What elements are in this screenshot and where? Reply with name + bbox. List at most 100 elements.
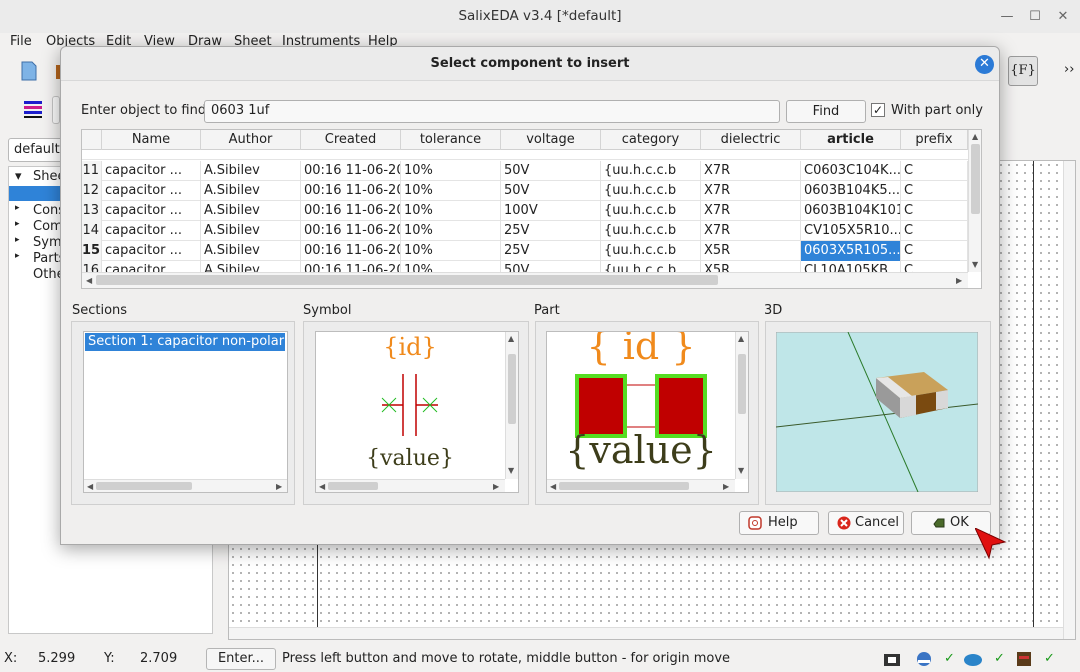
new-file-icon[interactable] (18, 60, 40, 82)
scroll-down-icon[interactable]: ▼ (738, 466, 744, 475)
part-vertical-scrollbar[interactable]: ▲ ▼ (735, 332, 748, 479)
view-icon[interactable] (914, 650, 934, 668)
table-row[interactable]: 14 capacitor ... A.Sibilev 00:16 11-06-20 10… (82, 221, 968, 241)
layers-icon[interactable] (22, 98, 44, 120)
table-cell-diel[interactable]: X7R (701, 161, 801, 181)
table-cell-author[interactable]: A.Sibilev (201, 161, 301, 181)
table-cell-author[interactable]: A.Sibilev (201, 221, 301, 241)
cancel-button[interactable]: Cancel (828, 511, 904, 535)
table-vertical-scrollbar[interactable]: ▲ ▼ (968, 130, 981, 272)
table-cell-created[interactable]: 00:16 11-06-20 (301, 201, 401, 221)
table-cell-article[interactable]: 0603B104K101 (801, 201, 901, 221)
table-cell-article[interactable]: C0603C104K... (801, 161, 901, 181)
table-cell-created[interactable]: 00:16 11-06-20 (301, 241, 401, 261)
column-header-category[interactable]: category (601, 130, 701, 150)
scroll-thumb[interactable] (96, 482, 192, 490)
scroll-thumb[interactable] (508, 354, 516, 424)
table-cell-name[interactable]: capacitor ... (102, 181, 201, 201)
column-header-voltage[interactable]: voltage (501, 130, 601, 150)
table-cell-name[interactable]: capacitor ... (102, 201, 201, 221)
table-cell-prefix[interactable]: C (901, 241, 968, 261)
table-cell-volt[interactable]: 100V (501, 201, 601, 221)
table-cell-n[interactable]: 14 (82, 221, 102, 241)
part-preview[interactable]: { id } {value} ▲ ▼ ◀ ▶ (546, 331, 749, 493)
table-cell-diel[interactable]: X7R (701, 181, 801, 201)
table-cell-tol[interactable]: 10% (401, 201, 501, 221)
scroll-thumb[interactable] (328, 482, 378, 490)
table-cell-cat[interactable]: {uu.h.c.c.b (601, 181, 701, 201)
table-cell-diel[interactable]: X5R (701, 241, 801, 261)
find-button[interactable]: Find (786, 100, 866, 123)
table-cell-tol[interactable]: 10% (401, 181, 501, 201)
sheet-combo[interactable]: default (8, 138, 68, 162)
scroll-down-icon[interactable]: ▼ (508, 466, 514, 475)
table-cell-created[interactable]: 00:16 11-06-20 (301, 161, 401, 181)
table-cell-cat[interactable]: {uu.h.c.c.b (601, 161, 701, 181)
with-part-only-checkbox[interactable]: ✓ (871, 103, 885, 117)
help-button[interactable]: Help (739, 511, 819, 535)
scroll-up-icon[interactable]: ▲ (508, 334, 514, 343)
table-cell-name[interactable]: capacitor ... (102, 221, 201, 241)
symbol-vertical-scrollbar[interactable]: ▲ ▼ (505, 332, 518, 479)
table-cell-article[interactable]: 0603X5R105... (801, 241, 901, 261)
toolbar-overflow-button[interactable]: ›› (1064, 62, 1074, 77)
tree-expand-icon[interactable]: ▸ (15, 251, 20, 261)
tree-expand-icon[interactable]: ▸ (15, 219, 20, 229)
tree-item-components[interactable]: Com (33, 219, 63, 234)
symbol-preview[interactable]: {id} {value} ▲ ▼ ◀ ▶ (315, 331, 519, 493)
tree-item-symbols[interactable]: Sym (33, 235, 62, 250)
table-cell-diel[interactable]: X7R (701, 201, 801, 221)
scroll-thumb[interactable] (96, 275, 718, 285)
scroll-left-icon[interactable]: ◀ (86, 276, 92, 285)
symbol-horizontal-scrollbar[interactable]: ◀ ▶ (316, 479, 505, 492)
minimize-button[interactable]: — (992, 0, 1022, 33)
scroll-left-icon[interactable]: ◀ (87, 482, 93, 491)
scroll-down-icon[interactable]: ▼ (972, 260, 978, 269)
table-cell-prefix[interactable]: C (901, 201, 968, 221)
column-header-created[interactable]: Created (301, 130, 401, 150)
table-cell-tol[interactable]: 10% (401, 221, 501, 241)
canvas-horizontal-scrollbar[interactable] (229, 627, 1063, 639)
table-cell-volt[interactable]: 25V (501, 241, 601, 261)
table-cell-n[interactable]: 11 (82, 161, 102, 181)
tree-expand-icon[interactable]: ▸ (15, 235, 20, 245)
scroll-thumb[interactable] (738, 354, 746, 414)
table-cell-volt[interactable]: 50V (501, 181, 601, 201)
table-cell-created[interactable]: 00:16 11-06-20 (301, 181, 401, 201)
column-header-dielectric[interactable]: dielectric (701, 130, 801, 150)
scroll-left-icon[interactable]: ◀ (319, 482, 325, 491)
table-cell-name[interactable]: capacitor ... (102, 241, 201, 261)
table-cell-volt[interactable]: 25V (501, 221, 601, 241)
dialog-close-icon[interactable]: ✕ (975, 55, 994, 74)
camera-icon[interactable] (882, 650, 902, 668)
table-cell-n[interactable]: 12 (82, 181, 102, 201)
scroll-right-icon[interactable]: ▶ (493, 482, 499, 491)
sections-horizontal-scrollbar[interactable]: ◀ ▶ (84, 479, 287, 492)
part-horizontal-scrollbar[interactable]: ◀ ▶ (547, 479, 735, 492)
table-cell-created[interactable]: 00:16 11-06-20 (301, 221, 401, 241)
scroll-right-icon[interactable]: ▶ (956, 276, 962, 285)
menu-file[interactable]: File (10, 34, 32, 49)
table-cell-author[interactable]: A.Sibilev (201, 201, 301, 221)
table-row[interactable]: 12 capacitor ... A.Sibilev 00:16 11-06-20 10… (82, 181, 968, 201)
maximize-button[interactable]: ☐ (1020, 0, 1050, 33)
scroll-right-icon[interactable]: ▶ (276, 482, 282, 491)
table-horizontal-scrollbar[interactable]: ◀ ▶ (82, 272, 968, 288)
column-header-author[interactable]: Author (201, 130, 301, 150)
find-input[interactable]: 0603 1uf (204, 100, 780, 123)
table-row[interactable]: 13 capacitor ... A.Sibilev 00:16 11-06-20 10… (82, 201, 968, 221)
enter-button[interactable]: Enter... (206, 648, 276, 670)
column-header-name[interactable]: Name (102, 130, 201, 150)
table-cell-author[interactable]: A.Sibilev (201, 241, 301, 261)
table-cell-cat[interactable]: {uu.h.c.c.b (601, 201, 701, 221)
canvas-vertical-scrollbar[interactable] (1063, 161, 1075, 639)
table-cell-volt[interactable]: 50V (501, 161, 601, 181)
table-cell-tol[interactable]: 10% (401, 241, 501, 261)
table-cell-prefix[interactable]: C (901, 161, 968, 181)
column-header-tolerance[interactable]: tolerance (401, 130, 501, 150)
table-cell-article[interactable]: 0603B104K5... (801, 181, 901, 201)
3d-viewport[interactable] (776, 332, 978, 492)
toolbar-combo-edge[interactable] (52, 96, 60, 124)
table-cell-cat[interactable]: {uu.h.c.c.b (601, 221, 701, 241)
table-cell-n[interactable]: 15 (82, 241, 102, 261)
